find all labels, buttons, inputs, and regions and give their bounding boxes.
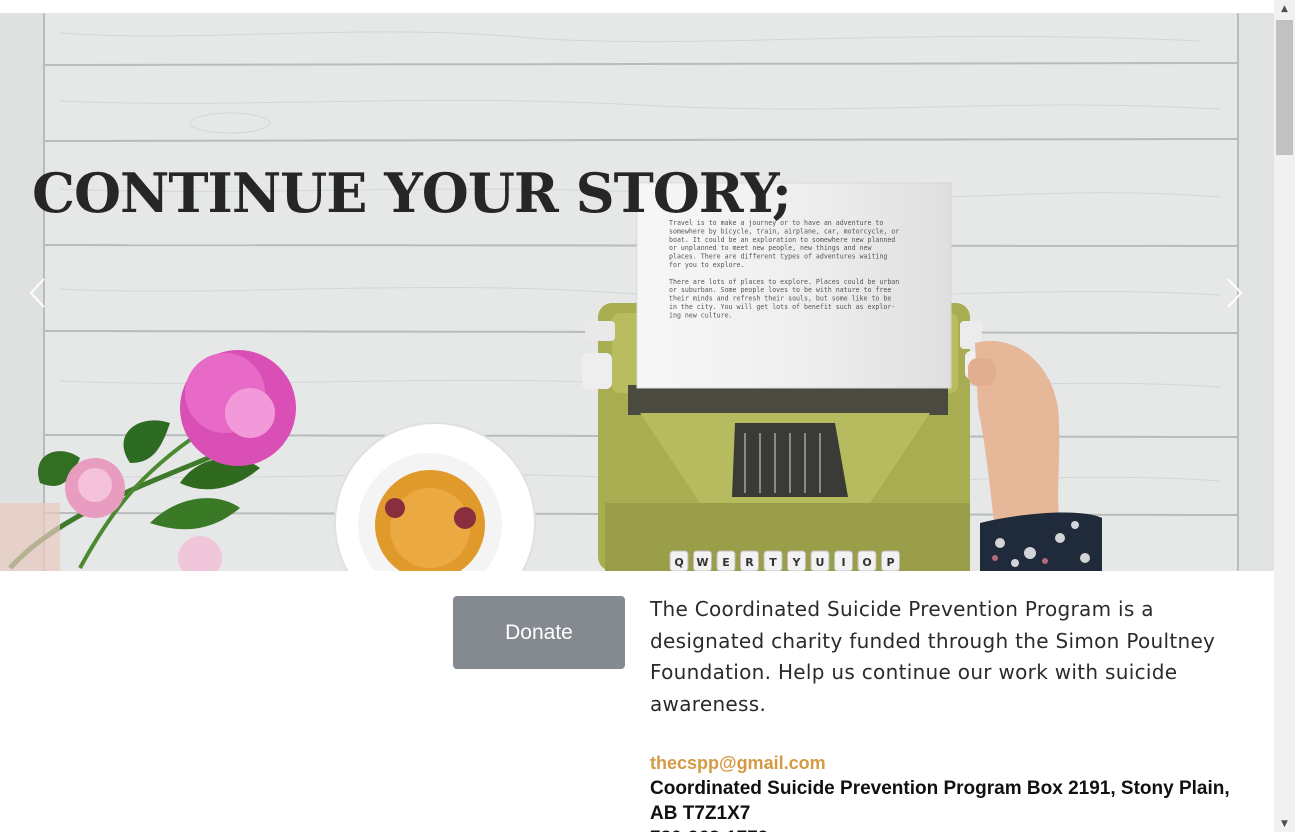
paper-text-line: There are lots of places to explore. Pla… xyxy=(669,278,899,286)
hero-carousel: Travel is to make a journey or to have a… xyxy=(0,13,1274,571)
chevron-left-icon xyxy=(29,278,45,308)
page: Travel is to make a journey or to have a… xyxy=(0,0,1295,832)
paper-text-line: or suburban. Some people loves to be wit… xyxy=(669,286,891,294)
charity-description: The Coordinated Suicide Prevention Progr… xyxy=(650,597,1216,716)
email-link[interactable]: thecspp@gmail.com xyxy=(650,751,1240,776)
typewriter-key-label: E xyxy=(722,556,730,569)
donate-button[interactable]: Donate xyxy=(453,596,625,669)
typewriter-key-label: Q xyxy=(674,556,683,569)
paper-text-line: in the city. You will get lots of benefi… xyxy=(669,303,895,311)
typewriter-key-label: O xyxy=(862,556,871,569)
typewriter-key-label: W xyxy=(696,556,708,569)
paper-text-line: places. There are different types of adv… xyxy=(669,253,887,261)
phone-number: 780-963-1779 xyxy=(650,826,1240,832)
paper-text-line: ing new culture. xyxy=(669,311,733,319)
typewriter-key-label: P xyxy=(886,556,894,569)
paper-text-line: for you to explore. xyxy=(669,261,744,269)
paper-text-line: boat. It could be an exploration to some… xyxy=(669,236,895,244)
paper-text-line: or unplanned to meet new people, new thi… xyxy=(669,244,871,252)
hero-title: CONTINUE YOUR STORY; xyxy=(32,161,792,225)
mailing-address: Coordinated Suicide Prevention Program B… xyxy=(650,778,1230,824)
carousel-next-button[interactable] xyxy=(1222,275,1246,311)
scroll-down-arrow-icon[interactable]: ▼ xyxy=(1274,815,1295,832)
chevron-right-icon xyxy=(1227,278,1243,308)
hero-image: Travel is to make a journey or to have a… xyxy=(0,13,1274,571)
carousel-prev-button[interactable] xyxy=(26,275,50,311)
paper-text-line: somewhere by bicycle, train, airplane, c… xyxy=(669,227,899,235)
typewriter-key-label: Y xyxy=(792,556,802,569)
typewriter-key-label: U xyxy=(816,556,825,569)
top-strip xyxy=(0,0,1274,13)
vertical-scrollbar[interactable]: ▲ ▼ xyxy=(1274,0,1295,832)
typewriter-key-label: I xyxy=(841,556,845,569)
scroll-thumb[interactable] xyxy=(1276,20,1293,155)
typewriter-key-label: T xyxy=(769,556,777,569)
scroll-up-arrow-icon[interactable]: ▲ xyxy=(1274,0,1295,17)
contact-info: The Coordinated Suicide Prevention Progr… xyxy=(650,594,1240,832)
typewriter-key-label: R xyxy=(745,556,754,569)
paper-text-line: their minds and refresh their souls, but… xyxy=(669,295,891,303)
